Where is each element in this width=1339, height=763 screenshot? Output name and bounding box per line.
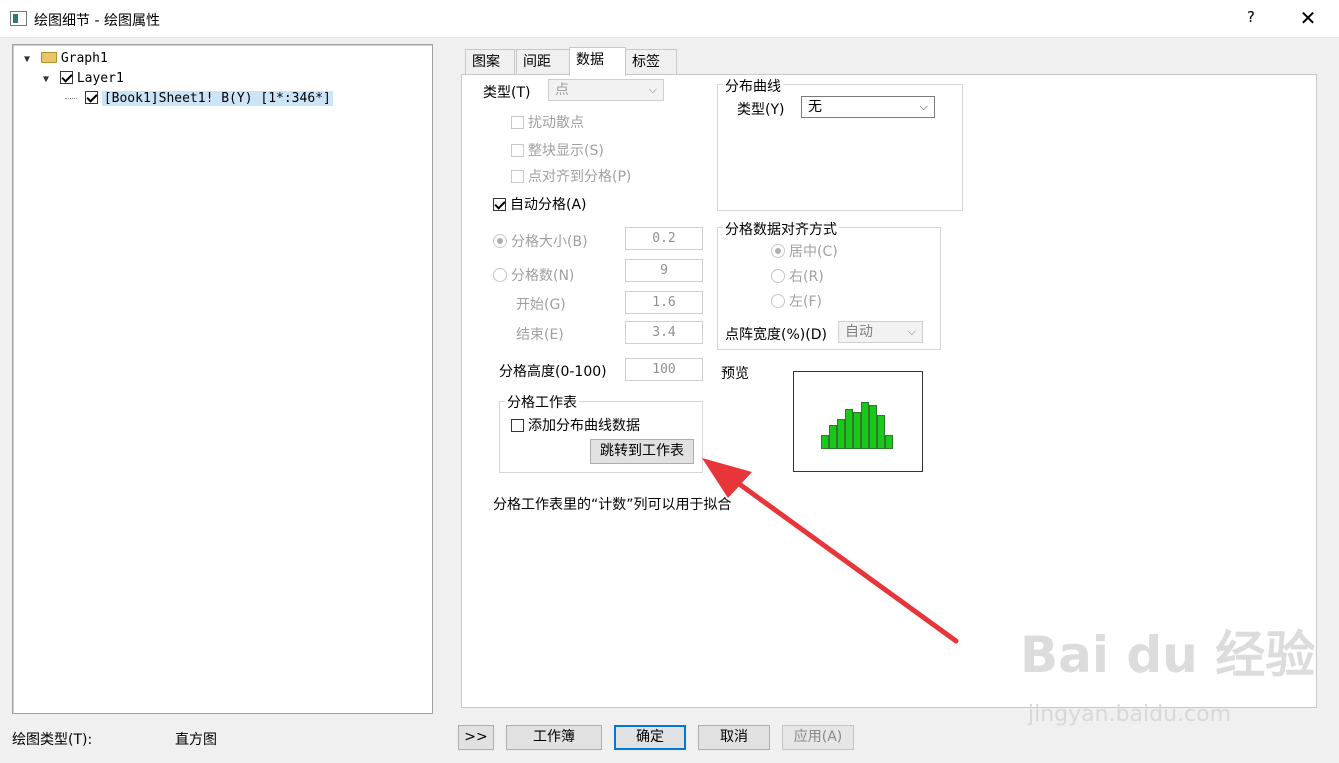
align-left-radio[interactable] — [771, 294, 785, 308]
dot-width-label: 点阵宽度(%)(D) — [725, 327, 827, 343]
bin-size-label: 分格大小(B) — [511, 234, 588, 250]
preview-bar — [877, 415, 885, 449]
bin-count-input[interactable]: 9 — [625, 259, 703, 282]
chevron-down-icon: ⌵ — [907, 325, 916, 338]
tab-labels[interactable]: 标签 — [625, 49, 677, 75]
bin-height-input[interactable]: 100 — [625, 358, 703, 381]
block-option[interactable]: 整块显示(S) — [511, 140, 604, 160]
preview-bar — [845, 409, 853, 449]
plot-type-label: 绘图类型(T): — [12, 732, 93, 748]
align-right-label: 右(R) — [789, 269, 824, 285]
align-center-option[interactable]: 居中(C) — [771, 241, 838, 261]
bin-size-option[interactable]: 分格大小(B) — [493, 231, 588, 251]
type-select-value: 点 — [555, 82, 569, 98]
align-right-radio[interactable] — [771, 269, 785, 283]
dot-width-select[interactable]: 自动 ⌵ — [838, 321, 923, 343]
auto-bin-checkbox[interactable] — [493, 198, 506, 211]
add-curve-option[interactable]: 添加分布曲线数据 — [511, 415, 640, 435]
align-left-label: 左(F) — [789, 294, 822, 310]
align-center-label: 居中(C) — [789, 244, 838, 260]
arrow-head — [702, 458, 752, 498]
preview-bar — [829, 425, 837, 449]
preview-bar — [837, 419, 845, 449]
title-bar: 绘图细节 - 绘图属性 ? ✕ — [0, 0, 1339, 38]
annotation-arrow — [702, 458, 959, 644]
folder-icon — [40, 52, 57, 63]
tree-item-layer[interactable]: ▼ Layer1 — [40, 69, 124, 89]
tree-item-plot[interactable]: [Book1]Sheet1! B(Y) [1*:346*] — [65, 89, 333, 109]
auto-bin-label: 自动分格(A) — [510, 197, 587, 213]
distribution-group-title: 分布曲线 — [723, 76, 783, 96]
watermark-logo: Bai du 经验 — [1020, 626, 1316, 684]
tree-item-label: Layer1 — [76, 71, 124, 86]
align-center-radio[interactable] — [771, 244, 785, 258]
tree-connector — [65, 98, 77, 99]
preview-bar — [885, 435, 893, 449]
bin-count-option[interactable]: 分格数(N) — [493, 265, 574, 285]
bin-size-radio[interactable] — [493, 234, 507, 248]
jitter-checkbox[interactable] — [511, 116, 524, 129]
distribution-type-value: 无 — [808, 99, 822, 115]
plot-tree[interactable]: ▼ Graph1 ▼ Layer1 [Book1]Sheet1! B(Y) [1… — [12, 44, 433, 714]
align-option[interactable]: 点对齐到分格(P) — [511, 166, 631, 186]
plot-checkbox[interactable] — [84, 91, 98, 104]
tree-item-graph[interactable]: ▼ Graph1 — [21, 49, 108, 69]
end-input[interactable]: 3.4 — [625, 321, 703, 344]
preview-bar — [821, 435, 829, 449]
add-curve-label: 添加分布曲线数据 — [528, 418, 640, 434]
align-label: 点对齐到分格(P) — [528, 169, 632, 185]
tab-spacing[interactable]: 间距 — [516, 49, 570, 75]
arrow-shaft — [717, 467, 959, 644]
bin-count-label: 分格数(N) — [511, 268, 575, 284]
preview-bar — [861, 402, 869, 449]
distribution-type-select[interactable]: 无 ⌵ — [801, 96, 935, 118]
bin-worksheet-group-title: 分格工作表 — [505, 392, 579, 412]
preview-bar — [853, 412, 861, 449]
jitter-label: 扰动散点 — [528, 115, 584, 131]
goto-worksheet-button[interactable]: 跳转到工作表 — [590, 439, 694, 464]
begin-input[interactable]: 1.6 — [625, 291, 703, 314]
align-left-option[interactable]: 左(F) — [771, 291, 822, 311]
close-button[interactable]: ✕ — [1296, 6, 1320, 30]
chevron-down-icon: ⌵ — [919, 100, 928, 113]
bin-size-input[interactable]: 0.2 — [625, 227, 703, 250]
window-title: 绘图细节 - 绘图属性 — [34, 13, 160, 29]
tree-item-label: [Book1]Sheet1! B(Y) [1*:346*] — [101, 91, 333, 106]
expand-button[interactable]: >> — [458, 725, 494, 750]
apply-button[interactable]: 应用(A) — [782, 725, 854, 750]
type-label: 类型(T) — [483, 85, 531, 101]
auto-bin-option[interactable]: 自动分格(A) — [493, 194, 587, 214]
type-select[interactable]: 点 ⌵ — [548, 79, 664, 101]
watermark-url: jingyan.baidu.com — [1028, 702, 1232, 727]
jitter-option[interactable]: 扰动散点 — [511, 112, 584, 132]
bin-count-radio[interactable] — [493, 268, 507, 282]
align-checkbox[interactable] — [511, 170, 524, 183]
dot-width-value: 自动 — [845, 324, 873, 340]
preview-bar — [869, 405, 877, 449]
cancel-button[interactable]: 取消 — [698, 725, 770, 750]
chevron-down-icon[interactable]: ▼ — [40, 70, 52, 90]
layer-checkbox[interactable] — [59, 71, 73, 84]
chevron-down-icon[interactable]: ▼ — [21, 50, 33, 70]
align-right-option[interactable]: 右(R) — [771, 266, 824, 286]
help-button[interactable]: ? — [1240, 8, 1262, 30]
tab-pattern[interactable]: 图案 — [465, 49, 515, 75]
tab-data[interactable]: 数据 — [569, 47, 626, 76]
preview-label: 预览 — [721, 366, 749, 382]
distribution-type-label: 类型(Y) — [737, 102, 785, 118]
app-icon — [10, 11, 27, 26]
end-label: 结束(E) — [516, 327, 564, 343]
add-curve-checkbox[interactable] — [511, 419, 524, 432]
chevron-down-icon: ⌵ — [648, 83, 657, 96]
block-label: 整块显示(S) — [528, 143, 604, 159]
plot-type-value: 直方图 — [175, 732, 217, 748]
ok-button[interactable]: 确定 — [614, 725, 686, 750]
tree-item-label: Graph1 — [60, 51, 108, 66]
bin-height-label: 分格高度(0-100) — [499, 364, 607, 380]
block-checkbox[interactable] — [511, 144, 524, 157]
alignment-group-title: 分格数据对齐方式 — [723, 219, 839, 239]
workbook-button[interactable]: 工作簿 — [506, 725, 602, 750]
begin-label: 开始(G) — [516, 297, 566, 313]
